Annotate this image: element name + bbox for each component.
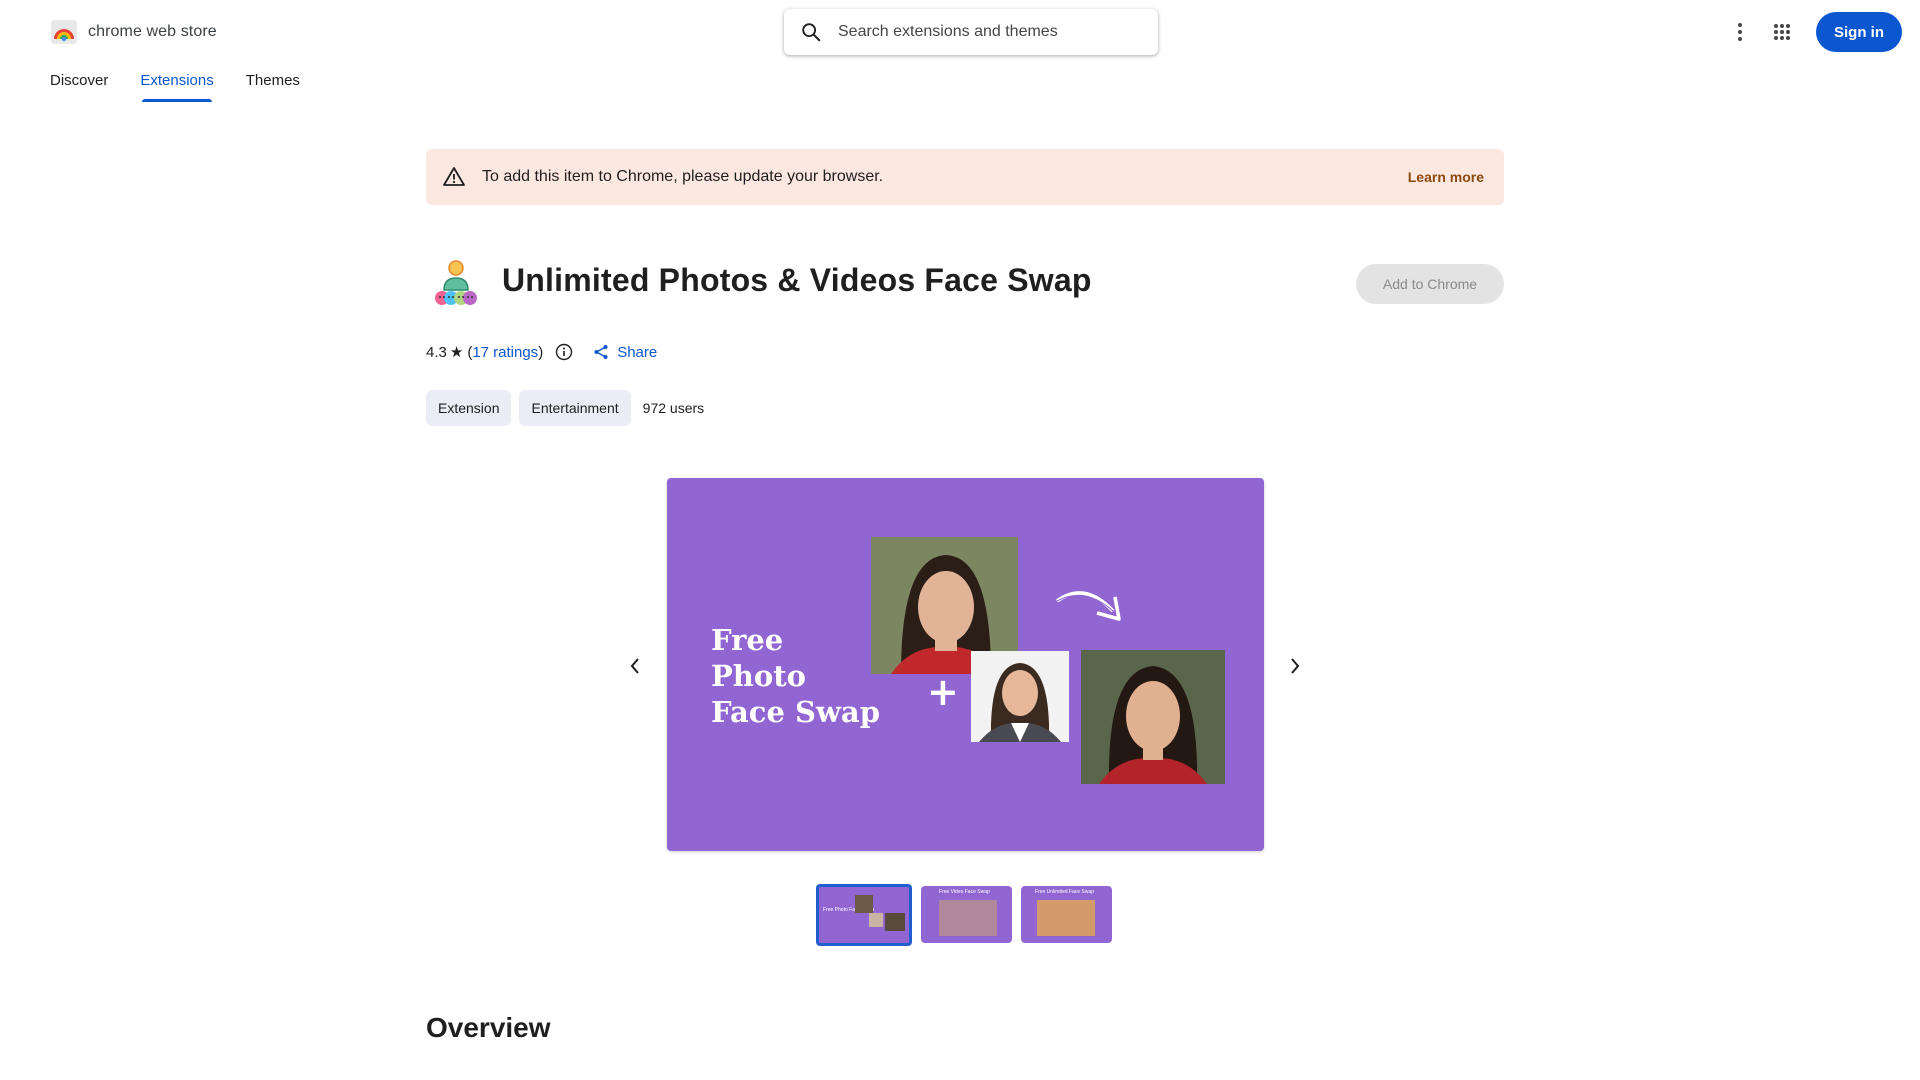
- share-icon: [594, 345, 608, 359]
- chevron-right-icon: [1291, 658, 1300, 674]
- thumbnail-caption: Free Unlimited Face Swap: [1035, 889, 1094, 895]
- thumbnail-3[interactable]: Free Unlimited Face Swap: [1021, 886, 1112, 943]
- slide-caption: Free Photo Face Swap: [711, 622, 880, 730]
- apps-grid-icon: [1774, 24, 1790, 40]
- chevron-left-icon: [630, 658, 639, 674]
- rating-row: 4.3 ★ (17 ratings) Share: [426, 343, 657, 362]
- add-to-chrome-button[interactable]: Add to Chrome: [1356, 264, 1504, 304]
- info-icon[interactable]: [555, 343, 573, 361]
- chrome-web-store-icon: [51, 20, 77, 44]
- more-options-button[interactable]: [1724, 16, 1756, 48]
- sign-in-button[interactable]: Sign in: [1816, 12, 1902, 52]
- rating-value: 4.3: [426, 343, 447, 361]
- thumbnail-1[interactable]: Free Photo Face Swap: [816, 884, 912, 946]
- top-header: chrome web store Sign in: [0, 0, 1920, 64]
- warning-icon: [443, 167, 465, 186]
- thumbnail-caption: Free Video Face Swap: [939, 889, 990, 895]
- slide-caption-line: Photo: [711, 659, 806, 693]
- thumbnail-image: [1037, 900, 1095, 936]
- thumbnail-face: [855, 895, 873, 913]
- extension-title: Unlimited Photos & Videos Face Swap: [502, 262, 1092, 298]
- slide-caption-line: Face Swap: [711, 695, 880, 729]
- main-nav: Discover Extensions Themes: [50, 72, 332, 102]
- screenshot-slide: Free Photo Face Swap +: [667, 478, 1264, 851]
- category-chips: Extension Entertainment 972 users: [426, 390, 704, 426]
- carousel-next-button[interactable]: [1279, 650, 1311, 682]
- store-logo[interactable]: chrome web store: [50, 19, 217, 45]
- search-box[interactable]: [784, 9, 1158, 55]
- share-label: Share: [617, 343, 658, 361]
- thumbnail-face: [885, 913, 905, 931]
- chip-extension[interactable]: Extension: [426, 390, 512, 426]
- search-icon: [802, 23, 821, 42]
- tab-discover[interactable]: Discover: [50, 72, 108, 102]
- result-face-photo: [1081, 650, 1225, 784]
- carousel-prev-button[interactable]: [619, 650, 651, 682]
- tab-extensions[interactable]: Extensions: [140, 72, 214, 102]
- thumbnail-image: [939, 900, 997, 936]
- star-icon: ★: [449, 344, 464, 361]
- tab-themes[interactable]: Themes: [246, 72, 300, 102]
- learn-more-link[interactable]: Learn more: [1408, 169, 1484, 185]
- thumbnail-strip: Free Photo Face Swap Free Video Face Swa…: [816, 884, 1121, 946]
- thumbnail-2[interactable]: Free Video Face Swap: [921, 886, 1012, 943]
- extension-logo-icon: [435, 260, 477, 305]
- more-vert-icon: [1738, 23, 1742, 41]
- target-face-photo: [971, 651, 1069, 742]
- user-count: 972 users: [642, 400, 705, 416]
- plus-icon: +: [927, 670, 959, 714]
- ratings-close-paren: ): [538, 343, 544, 361]
- store-name: chrome web store: [88, 23, 217, 40]
- slide-caption-line: Free: [711, 623, 784, 657]
- search-input[interactable]: [838, 23, 1128, 41]
- banner-message: To add this item to Chrome, please updat…: [482, 168, 884, 185]
- thumbnail-face: [869, 913, 883, 927]
- ratings-link[interactable]: 17 ratings: [472, 344, 538, 361]
- update-browser-banner: To add this item to Chrome, please updat…: [426, 149, 1504, 205]
- google-apps-button[interactable]: [1766, 16, 1798, 48]
- overview-heading: Overview: [426, 1012, 551, 1043]
- share-button[interactable]: Share: [593, 344, 657, 361]
- curved-arrow-icon: [1055, 591, 1121, 621]
- chip-entertainment[interactable]: Entertainment: [519, 390, 631, 426]
